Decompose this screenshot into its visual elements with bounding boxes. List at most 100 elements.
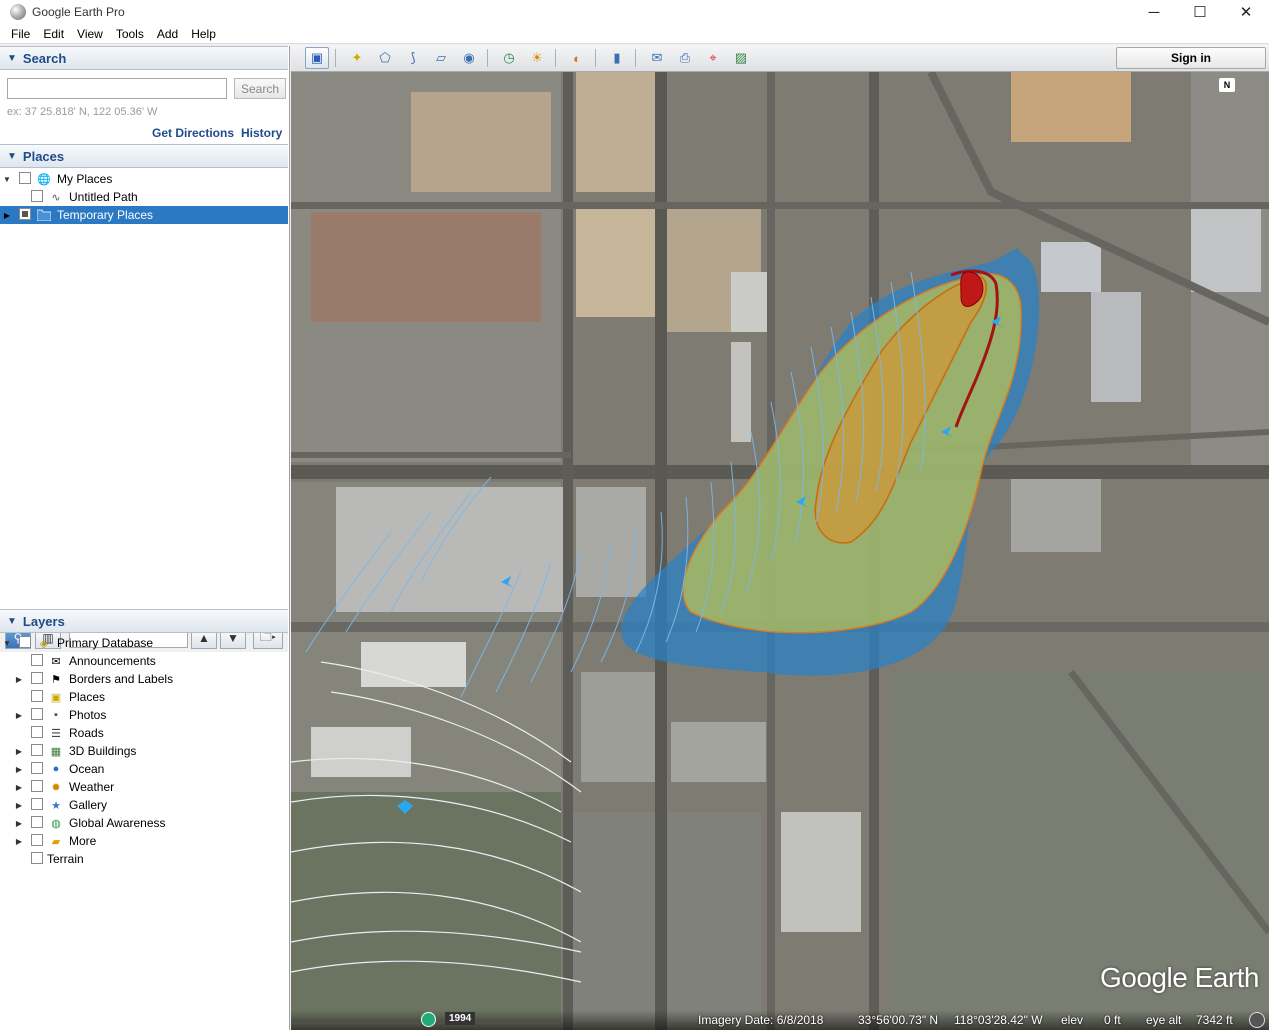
collapse-triangle-icon: ▼: [7, 615, 17, 627]
expand-arrow-icon[interactable]: ▶: [15, 747, 23, 756]
add-polygon-button[interactable]: ⬠: [373, 47, 397, 69]
layer-places[interactable]: ▣ Places: [0, 688, 288, 706]
menu-file[interactable]: File: [6, 27, 35, 41]
layer-3d-buildings[interactable]: ▶ ▦ 3D Buildings: [0, 742, 288, 760]
add-placemark-button[interactable]: ✦: [345, 47, 369, 69]
more-icon: ▰: [51, 835, 61, 848]
menu-help[interactable]: Help: [186, 27, 221, 41]
view-in-maps-button[interactable]: ⌖: [701, 47, 725, 69]
search-button[interactable]: Search: [234, 78, 286, 99]
get-directions-link[interactable]: Get Directions: [152, 126, 234, 140]
maximize-button[interactable]: ☐: [1177, 0, 1223, 24]
place-icon: ▣: [50, 691, 62, 704]
checkbox[interactable]: [31, 654, 43, 666]
search-input[interactable]: [7, 78, 227, 99]
checkbox[interactable]: [31, 762, 43, 774]
search-panel-header[interactable]: ▼ Search: [0, 46, 288, 70]
add-image-overlay-button[interactable]: ▱: [429, 47, 453, 69]
menu-add[interactable]: Add: [152, 27, 183, 41]
email-button[interactable]: ✉: [645, 47, 669, 69]
collapse-triangle-icon: ▼: [7, 150, 17, 162]
checkbox[interactable]: [31, 816, 43, 828]
ruler-button[interactable]: ▮: [605, 47, 629, 69]
close-button[interactable]: ✕: [1223, 0, 1269, 24]
toolbar-separator: [487, 49, 488, 67]
checkbox[interactable]: [31, 690, 43, 702]
layer-announcements[interactable]: ✉ Announcements: [0, 652, 288, 670]
sidebar-toggle-button[interactable]: ▣: [305, 47, 329, 69]
checkbox[interactable]: [31, 798, 43, 810]
historical-imagery-icon[interactable]: [421, 1012, 436, 1027]
menu-view[interactable]: View: [72, 27, 108, 41]
compass-north-indicator[interactable]: N: [1219, 78, 1235, 92]
expand-arrow-icon[interactable]: ▶: [15, 801, 23, 810]
expand-arrow-icon[interactable]: ▼: [3, 175, 11, 184]
checkbox[interactable]: [31, 744, 43, 756]
layer-terrain[interactable]: Terrain: [0, 850, 288, 868]
expand-arrow-icon[interactable]: ▶: [15, 765, 23, 774]
layer-label: 3D Buildings: [69, 744, 137, 758]
layer-ocean[interactable]: ▶ ● Ocean: [0, 760, 288, 778]
checkbox[interactable]: [31, 708, 43, 720]
layer-gallery[interactable]: ▶ ★ Gallery: [0, 796, 288, 814]
checkbox[interactable]: [31, 780, 43, 792]
layer-global-awareness[interactable]: ▶ ◍ Global Awareness: [0, 814, 288, 832]
layer-weather[interactable]: ▶ ✹ Weather: [0, 778, 288, 796]
checkbox[interactable]: [19, 208, 31, 220]
places-item-untitled-path[interactable]: ∿ Untitled Path: [0, 188, 288, 206]
expand-arrow-icon[interactable]: ▶: [15, 783, 23, 792]
save-image-button[interactable]: ▨: [729, 47, 753, 69]
layer-primary-database[interactable]: ▼ ◈ Primary Database: [0, 634, 288, 652]
expand-arrow-icon[interactable]: ▼: [3, 639, 11, 648]
layer-label: Weather: [69, 780, 115, 794]
expand-arrow-icon[interactable]: ▶: [15, 711, 23, 720]
toolbar-separator: [635, 49, 636, 67]
places-panel-header[interactable]: ▼ Places: [0, 144, 288, 168]
print-button[interactable]: ⎙: [673, 47, 697, 69]
historical-imagery-button[interactable]: ◷: [497, 47, 521, 69]
sun-icon: ✹: [51, 781, 61, 794]
expand-arrow-icon[interactable]: ▶: [15, 675, 23, 684]
layers-panel-header[interactable]: ▼ Layers: [0, 609, 288, 633]
camera-icon: ◉: [463, 50, 475, 65]
layers-header-label: Layers: [22, 613, 65, 629]
toolbar-separator: [555, 49, 556, 67]
map-view[interactable]: N Google Earth 1994 Imagery Date: 6/8/20…: [291, 72, 1269, 1030]
sunlight-button[interactable]: ☀: [525, 47, 549, 69]
database-icon: ◈: [39, 637, 49, 650]
layer-photos[interactable]: ▶ ▪ Photos: [0, 706, 288, 724]
layer-more[interactable]: ▶ ▰ More: [0, 832, 288, 850]
photo-icon: ▪: [54, 709, 58, 721]
ruler-icon: ▮: [613, 50, 621, 65]
minimize-button[interactable]: ─: [1131, 0, 1177, 24]
checkbox[interactable]: [19, 636, 31, 648]
checkbox[interactable]: [31, 834, 43, 846]
google-earth-logo: Google Earth: [1100, 962, 1260, 993]
expand-arrow-icon[interactable]: ▶: [15, 837, 23, 846]
places-item-label: Temporary Places: [57, 208, 154, 222]
menu-tools[interactable]: Tools: [111, 27, 149, 41]
layer-roads[interactable]: ☰ Roads: [0, 724, 288, 742]
checkbox[interactable]: [31, 672, 43, 684]
places-item-temporary-places[interactable]: ▶ Temporary Places: [0, 206, 288, 224]
planet-icon: ◐: [573, 50, 581, 66]
sign-in-button[interactable]: Sign in: [1116, 47, 1266, 69]
elevation-label: elev: [1061, 1013, 1084, 1027]
checkbox[interactable]: [19, 172, 31, 184]
record-tour-button[interactable]: ◉: [457, 47, 481, 69]
checkbox[interactable]: [31, 190, 43, 202]
eye-alt-label: eye alt: [1146, 1013, 1182, 1027]
planets-button[interactable]: ◐: [565, 47, 589, 69]
layer-borders-and-labels[interactable]: ▶ ⚑ Borders and Labels: [0, 670, 288, 688]
title-bar: Google Earth Pro ─ ☐ ✕: [0, 0, 1269, 24]
checkbox[interactable]: [31, 852, 43, 864]
places-header-label: Places: [22, 148, 65, 164]
add-path-button[interactable]: ⟆: [401, 47, 425, 69]
places-item-my-places[interactable]: ▼ 🌐 My Places: [0, 170, 288, 188]
history-link[interactable]: History: [241, 126, 282, 140]
pushpin-icon: ✦: [351, 50, 363, 65]
expand-arrow-icon[interactable]: ▶: [15, 819, 23, 828]
expand-arrow-icon[interactable]: ▶: [3, 211, 11, 220]
checkbox[interactable]: [31, 726, 43, 738]
menu-edit[interactable]: Edit: [38, 27, 69, 41]
